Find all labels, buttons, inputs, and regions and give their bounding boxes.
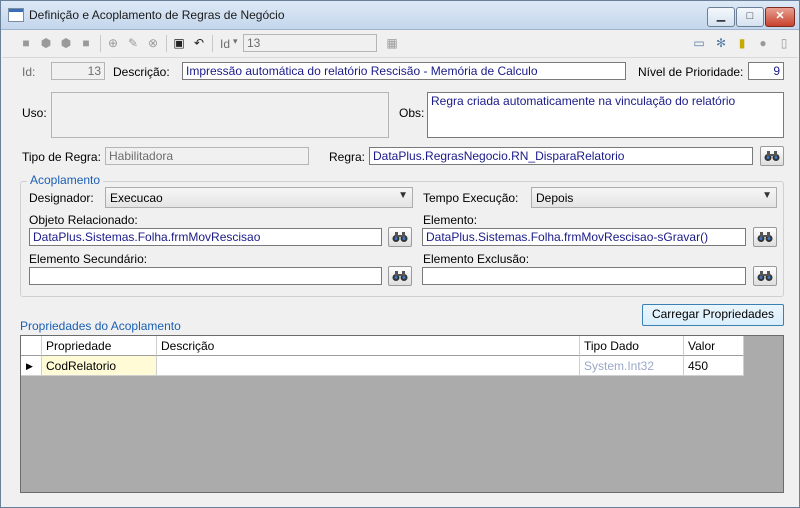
objeto-search-button[interactable] [388,227,412,247]
uso-textarea[interactable] [51,92,389,138]
secundario-label: Elemento Secundário: [29,252,148,266]
exit-icon[interactable]: ▯ [777,36,791,50]
row-indicator-icon[interactable]: ▶ [21,356,42,376]
settings-icon[interactable]: ✻ [714,36,728,50]
binoculars-icon [392,271,408,281]
obs-label: Obs: [399,106,425,120]
previous-record-icon[interactable]: ⬢ [39,36,53,50]
elemento-label: Elemento: [423,213,478,227]
secundario-input[interactable] [29,267,382,285]
tipo-regra-field: Habilitadora [105,147,309,165]
toolbar-separator [100,35,101,52]
prioridade-input[interactable]: 9 [748,62,784,80]
column-header-tipo-dado[interactable]: Tipo Dado [580,336,684,356]
designador-label: Designador: [29,191,94,205]
delete-icon[interactable]: ⊗ [146,36,160,50]
tipo-regra-label: Tipo de Regra: [22,150,101,164]
next-record-icon[interactable]: ⬢ [59,36,73,50]
prioridade-label: Nível de Prioridade: [638,65,744,79]
app-window: Definição e Acoplamento de Regras de Neg… [0,0,800,508]
edit-icon[interactable]: ✎ [126,36,140,50]
binoculars-icon [392,232,408,242]
id-search-input[interactable]: 13 [243,34,377,52]
toolbar-separator [212,35,213,52]
regra-input[interactable]: DataPlus.RegrasNegocio.RN_DisparaRelator… [369,147,753,165]
column-header-descricao[interactable]: Descrição [157,336,580,356]
uso-label: Uso: [22,106,47,120]
note-icon[interactable]: ▮ [735,36,749,50]
window-title: Definição e Acoplamento de Regras de Neg… [29,8,285,22]
propriedades-section-label: Propriedades do Acoplamento [20,319,181,333]
tempo-select[interactable]: Depois ▼ [531,187,777,208]
binoculars-icon [764,151,780,161]
monitor-icon[interactable]: ▭ [692,36,706,50]
column-header-propriedade[interactable]: Propriedade [42,336,157,356]
regra-search-button[interactable] [760,146,784,166]
maximize-button[interactable]: □ [736,7,764,27]
regra-label: Regra: [329,150,366,164]
last-record-icon[interactable]: ■ [79,36,93,50]
designador-value: Execucao [110,191,163,205]
title-bar[interactable]: Definição e Acoplamento de Regras de Neg… [1,1,799,30]
close-button[interactable]: ✕ [765,7,795,27]
secundario-search-button[interactable] [388,266,412,286]
tempo-label: Tempo Execução: [423,191,519,205]
acoplamento-title: Acoplamento [27,173,104,187]
designador-select[interactable]: Execucao ▼ [105,187,413,208]
user-icon[interactable]: ● [756,36,770,50]
id-label: Id: [22,65,36,79]
column-header-valor[interactable]: Valor [684,336,744,356]
chevron-down-icon: ▼ [398,190,408,201]
cell-propriedade[interactable]: CodRelatorio [42,356,157,376]
exclusao-input[interactable] [422,267,746,285]
exclusao-search-button[interactable] [753,266,777,286]
cell-tipo-dado[interactable]: System.Int32 [580,356,684,376]
objeto-input[interactable]: DataPlus.Sistemas.Folha.frmMovRescisao [29,228,382,246]
app-icon [8,8,24,22]
binoculars-icon [757,271,773,281]
save-icon[interactable]: ▣ [172,36,186,50]
carregar-propriedades-button[interactable]: Carregar Propriedades [642,304,784,326]
objeto-label: Objeto Relacionado: [29,213,138,227]
elemento-input[interactable]: DataPlus.Sistemas.Folha.frmMovRescisao-s… [422,228,746,246]
descricao-input[interactable]: Impressão automática do relatório Rescis… [182,62,626,80]
exclusao-label: Elemento Exclusão: [423,252,530,266]
id-filter-label: Id [220,37,231,51]
propriedades-grid[interactable]: Propriedade Descrição Tipo Dado Valor ▶ … [20,335,784,493]
toolbar: ■ ⬢ ⬢ ■ ⊕ ✎ ⊗ ▣ ↶ Id ▾ 13 ▦ ▭ ✻ ▮ ● ▯ [2,30,798,58]
obs-textarea[interactable]: Regra criada automaticamente na vinculaç… [427,92,784,138]
chevron-down-icon[interactable]: ▾ [233,36,238,47]
tempo-value: Depois [536,191,574,205]
add-icon[interactable]: ⊕ [106,36,120,50]
search-grid-icon[interactable]: ▦ [385,36,399,50]
row-header-corner [21,336,42,356]
cell-descricao[interactable] [157,356,580,376]
first-record-icon[interactable]: ■ [19,36,33,50]
toolbar-separator [166,35,167,52]
undo-icon[interactable]: ↶ [192,36,206,50]
cell-valor[interactable]: 450 [684,356,744,376]
descricao-label: Descrição: [113,65,170,79]
minimize-button[interactable]: ▁ [707,7,735,27]
elemento-search-button[interactable] [753,227,777,247]
binoculars-icon [757,232,773,242]
id-field: 13 [51,62,105,80]
chevron-down-icon: ▼ [762,190,772,201]
